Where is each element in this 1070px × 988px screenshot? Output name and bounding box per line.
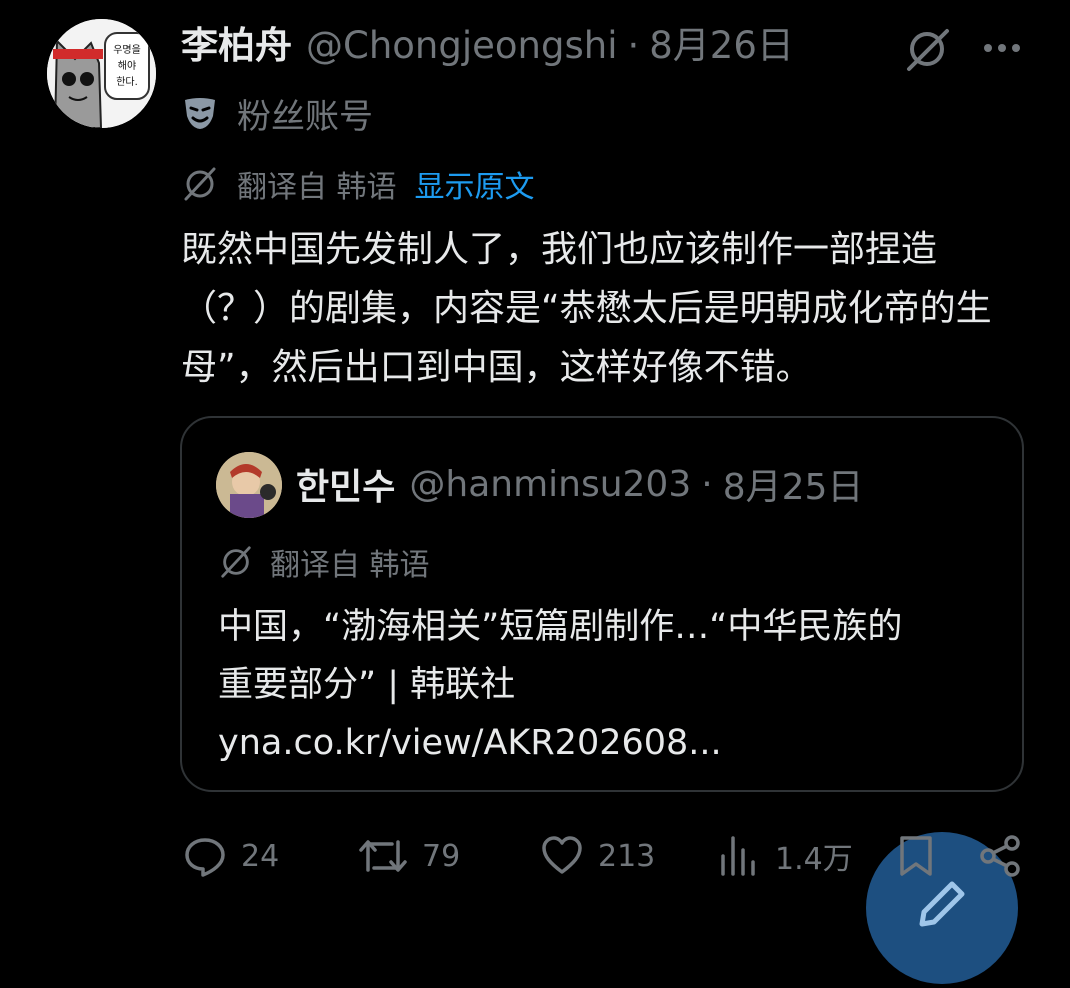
repost-count: 79: [422, 838, 461, 874]
quoted-text-line: 中国，“渤海相关”短篇剧制作…“中华民族的: [218, 607, 903, 647]
more-icon[interactable]: [982, 38, 1022, 58]
header-separator: ·: [627, 24, 640, 67]
views-count: 1.4万: [775, 842, 853, 877]
translate-icon: [221, 546, 251, 578]
quoted-author-avatar[interactable]: [216, 452, 282, 518]
avatar-bubble-text: 한다.: [116, 76, 138, 88]
quoted-tweet-card[interactable]: 한민수 @hanminsu203 · 8月25日 翻译自 韩语 中国，“渤海相关…: [180, 416, 1024, 792]
quoted-tweet-header: 한민수 @hanminsu203 · 8月25日: [296, 458, 863, 510]
like-button[interactable]: 213: [540, 832, 655, 880]
translated-from-label: 翻译自 韩语: [237, 170, 397, 205]
share-button[interactable]: [978, 832, 1036, 880]
show-original-link[interactable]: 显示原文: [415, 162, 535, 206]
quoted-translation-row: 翻译自 韩语: [218, 540, 430, 584]
quoted-header-separator: ·: [701, 463, 713, 505]
reply-icon: [185, 838, 225, 877]
quoted-translated-from-label: 翻译自 韩语: [270, 548, 430, 583]
author-handle[interactable]: @Chongjeongshi: [306, 22, 617, 70]
repost-button[interactable]: 79: [358, 832, 460, 880]
author-avatar[interactable]: 우명을 해야 한다.: [47, 19, 156, 128]
author-name[interactable]: 李柏舟: [181, 22, 292, 70]
fan-account-badge[interactable]: 粉丝账号: [181, 90, 373, 137]
quoted-link[interactable]: yna.co.kr/view/AKR202608...: [218, 714, 1008, 772]
avatar-bubble-text: 우명을: [113, 44, 141, 56]
reply-count: 24: [241, 838, 280, 874]
quoted-author-name[interactable]: 한민수: [296, 458, 395, 510]
tweet-text: 既然中国先发制人了，我们也应该制作一部捏造（？）的剧集，内容是“恭懋太后是明朝成…: [181, 229, 992, 388]
tweet-header: 李柏舟 @Chongjeongshi · 8月26日: [181, 22, 794, 70]
like-icon: [542, 836, 582, 874]
quoted-tweet-date[interactable]: 8月25日: [723, 458, 864, 510]
repost-icon: [359, 840, 407, 872]
badge-label: 粉丝账号: [237, 96, 373, 137]
bookmark-button[interactable]: [896, 832, 950, 880]
translation-row: 翻译自 韩语 显示原文: [181, 162, 535, 206]
quoted-author-handle[interactable]: @hanminsu203: [409, 464, 691, 505]
avatar-bubble-text: 해야: [118, 59, 136, 72]
bookmark-icon: [900, 836, 932, 876]
translate-icon: [184, 167, 216, 201]
tweet-date[interactable]: 8月26日: [649, 22, 794, 70]
views-button[interactable]: 1.4万: [717, 832, 853, 880]
quoted-text-line: 重要部分” | 韩联社: [218, 665, 516, 705]
reply-button[interactable]: 24: [183, 832, 279, 880]
quoted-tweet-text: 中国，“渤海相关”短篇剧制作…“中华民族的 重要部分” | 韩联社 yna.co…: [218, 598, 1008, 772]
grok-icon[interactable]: [903, 25, 951, 73]
like-count: 213: [598, 838, 656, 874]
views-icon: [721, 836, 755, 876]
fan-account-mask-icon: [185, 98, 215, 129]
share-icon: [980, 835, 1020, 877]
